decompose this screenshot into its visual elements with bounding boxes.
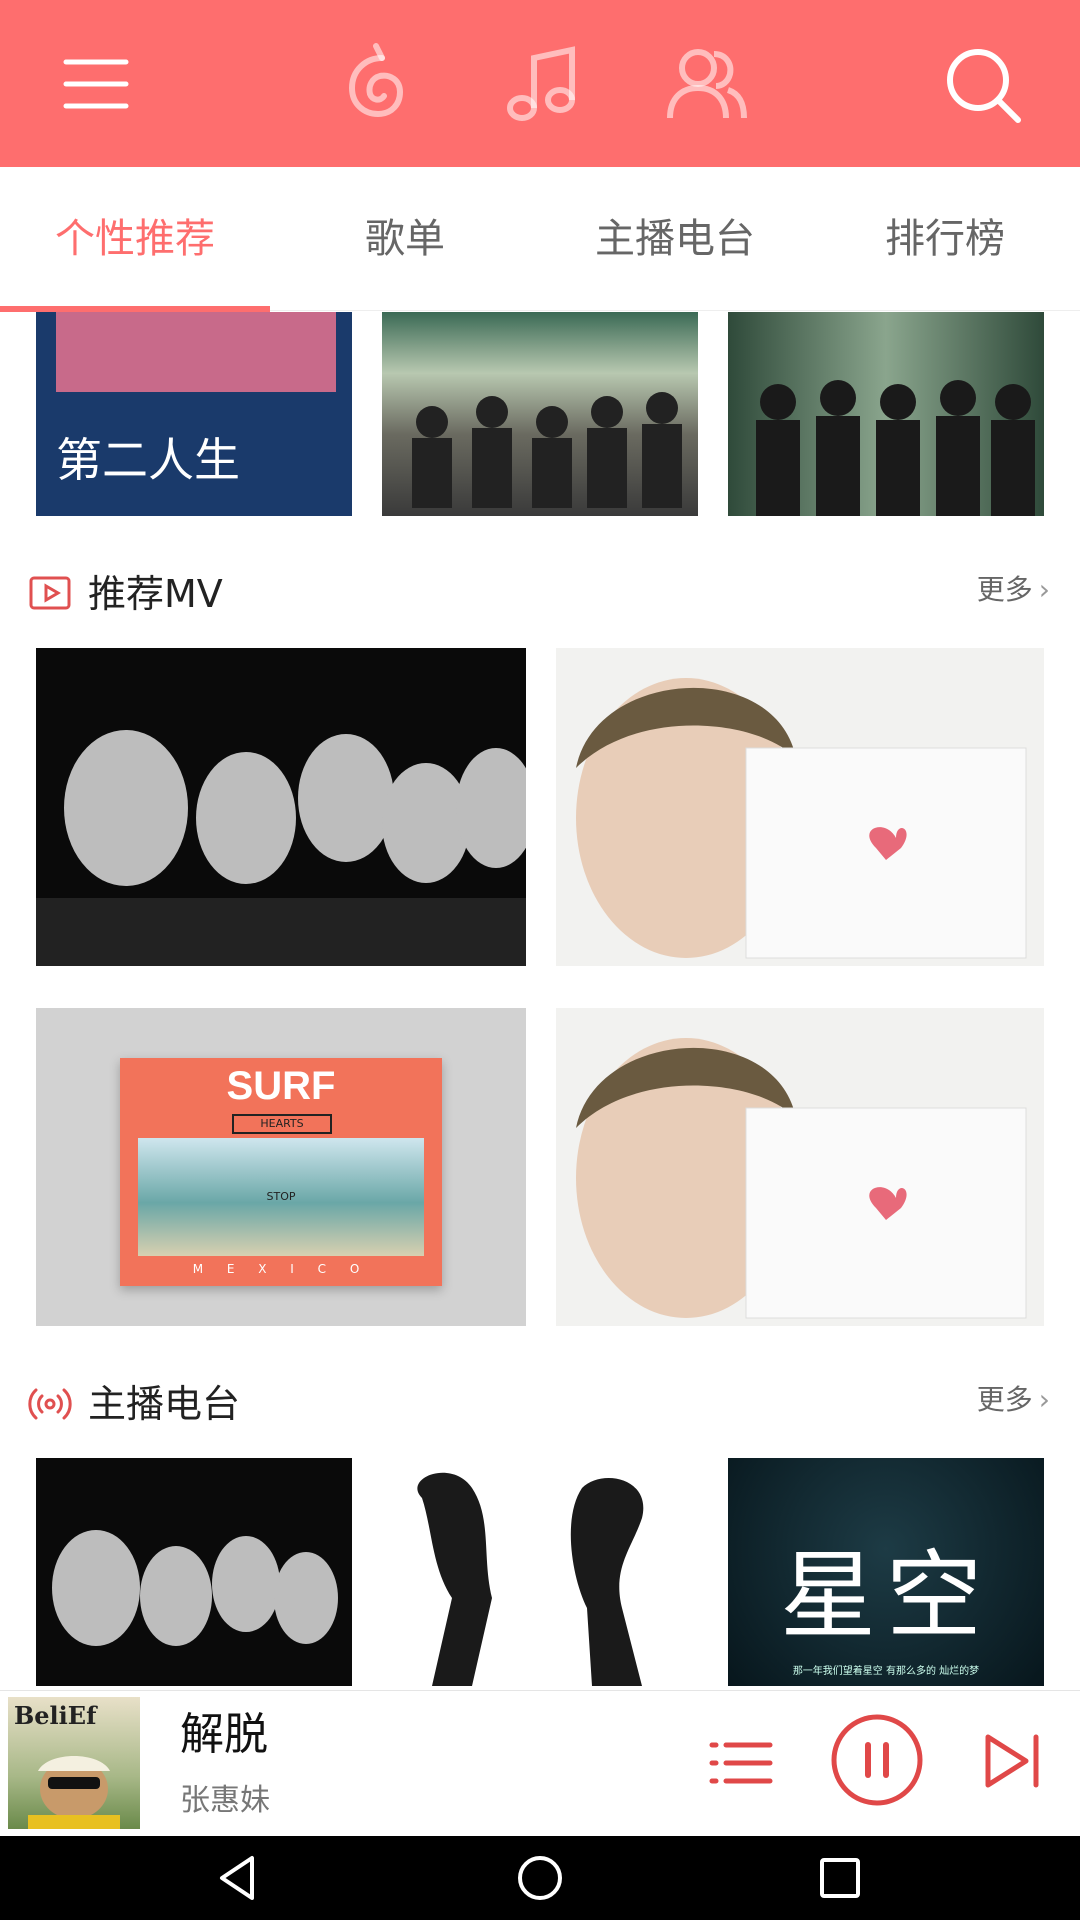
radio-section-header: 主播电台 bbox=[28, 1374, 1052, 1434]
chevron-right-icon: › bbox=[1038, 573, 1050, 606]
band-photo bbox=[756, 380, 1035, 516]
stop-label: STOP bbox=[266, 1190, 296, 1203]
radio-icon bbox=[28, 1382, 72, 1426]
back-icon[interactable] bbox=[212, 1850, 268, 1906]
playlist-card-1[interactable]: 第二人生 bbox=[36, 312, 352, 516]
tab-anchor-radio[interactable]: 主播电台 bbox=[540, 215, 810, 263]
search-icon[interactable] bbox=[934, 36, 1030, 132]
system-nav-bar bbox=[0, 1836, 1080, 1920]
video-icon bbox=[28, 572, 72, 616]
playlist-card-2[interactable] bbox=[382, 312, 698, 516]
band-photo bbox=[412, 392, 682, 508]
playlist-icon[interactable] bbox=[706, 1733, 778, 1793]
dancers-photo bbox=[417, 1472, 644, 1686]
home-icon[interactable] bbox=[512, 1850, 568, 1906]
cover-text: 第二人生 bbox=[56, 433, 240, 487]
singer-photo bbox=[576, 678, 1027, 959]
netease-music-icon[interactable] bbox=[326, 36, 422, 132]
wave-photo: STOP bbox=[138, 1138, 424, 1256]
hearts-label: HEARTS bbox=[232, 1114, 332, 1134]
menu-icon[interactable] bbox=[48, 36, 144, 132]
radio-card-2[interactable] bbox=[382, 1458, 698, 1686]
surf-magazine: SURF HEARTS STOP M E X I C O bbox=[120, 1058, 442, 1286]
cover-art bbox=[56, 312, 336, 392]
mv-more-link[interactable]: 更多 › bbox=[977, 570, 1050, 610]
mini-player[interactable]: BeliEf 解脱 张惠妹 bbox=[0, 1690, 1080, 1836]
recents-icon[interactable] bbox=[812, 1850, 868, 1906]
more-label: 更多 bbox=[976, 1383, 1033, 1416]
singer-photo bbox=[576, 1038, 1027, 1319]
album-cover[interactable]: BeliEf bbox=[8, 1697, 140, 1829]
radio-card-1[interactable] bbox=[36, 1458, 352, 1686]
mv-card-3[interactable]: SURF HEARTS STOP M E X I C O bbox=[36, 1008, 526, 1326]
star-sky-caption: 那一年我们望着星空 有那么多的 灿烂的梦 bbox=[792, 1666, 980, 1677]
mv-card-1[interactable] bbox=[36, 648, 526, 966]
radio-section-title: 主播电台 bbox=[88, 1382, 241, 1426]
radio-more-link[interactable]: 更多 › bbox=[977, 1380, 1050, 1420]
mv-section-title: 推荐MV bbox=[88, 572, 223, 616]
tab-charts[interactable]: 排行榜 bbox=[810, 215, 1080, 263]
star-sky-glyphs: 星空 bbox=[780, 1540, 992, 1652]
band-bw-photo bbox=[52, 1530, 338, 1646]
next-icon[interactable] bbox=[982, 1731, 1042, 1791]
tab-playlists[interactable]: 歌单 bbox=[270, 215, 540, 263]
tab-bar: 个性推荐 歌单 主播电台 排行榜 bbox=[0, 167, 1080, 311]
song-title: 解脱 bbox=[180, 1709, 268, 1760]
playlist-card-3[interactable] bbox=[728, 312, 1044, 516]
pause-icon[interactable] bbox=[830, 1713, 924, 1807]
radio-card-3[interactable]: 星空 那一年我们望着星空 有那么多的 灿烂的梦 bbox=[728, 1458, 1044, 1686]
more-label: 更多 bbox=[976, 573, 1033, 606]
mv-card-2[interactable] bbox=[556, 648, 1044, 966]
band-bw-photo bbox=[36, 730, 526, 966]
surf-title: SURF bbox=[226, 1064, 336, 1108]
tab-personal-recommend[interactable]: 个性推荐 bbox=[0, 215, 270, 263]
music-note-icon[interactable] bbox=[492, 36, 588, 132]
mexico-label: M E X I C O bbox=[192, 1262, 370, 1276]
friends-icon[interactable] bbox=[656, 36, 752, 132]
chevron-right-icon: › bbox=[1038, 1383, 1050, 1416]
mv-section-header: 推荐MV bbox=[28, 564, 1052, 624]
top-app-bar bbox=[0, 0, 1080, 167]
artist-photo bbox=[28, 1756, 120, 1829]
mv-card-4[interactable] bbox=[556, 1008, 1044, 1326]
artist-name: 张惠妹 bbox=[180, 1783, 270, 1818]
